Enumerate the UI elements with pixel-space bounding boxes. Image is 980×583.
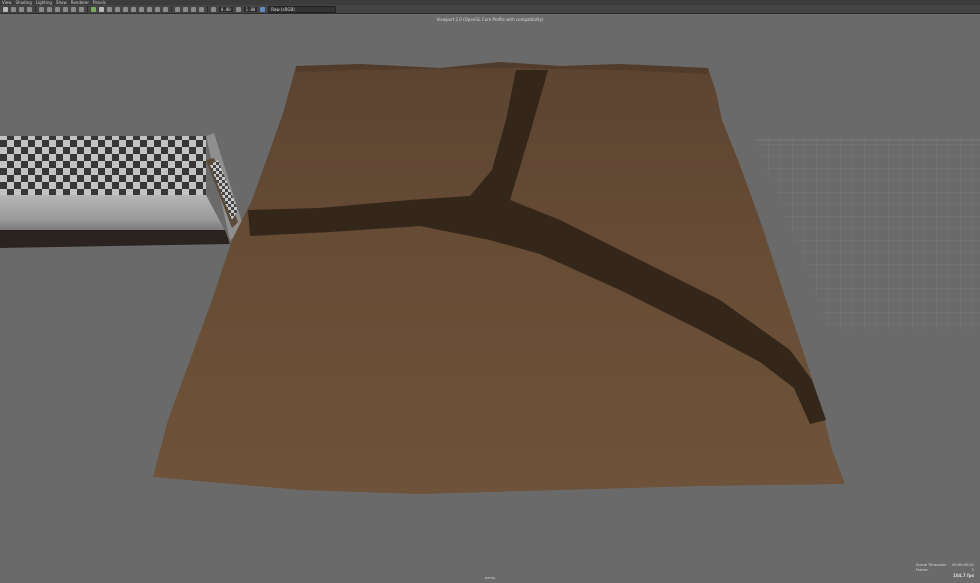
camera-name-label: persp [484,576,496,580]
ground-grid [756,139,980,330]
hud-timecode-value: 00:00:00:01 [952,563,974,567]
toolbar-divider [207,6,208,12]
toolbar-divider [87,6,88,12]
terrain-mesh [153,62,845,494]
lock-camera-icon[interactable] [11,6,16,12]
motion-blur-icon[interactable] [147,6,152,12]
3d-viewport[interactable]: Viewport 2.0 (OpenGL Core Profile with c… [0,14,980,583]
lights-icon[interactable] [123,6,128,12]
wireframe-icon[interactable] [91,6,96,12]
shadows-icon[interactable] [131,6,136,12]
resolution-gate-icon[interactable] [55,6,60,12]
field-chart-icon[interactable] [71,6,76,12]
gamma-field[interactable]: 1.00 [243,6,258,12]
gamma-icon[interactable] [235,6,241,12]
isolate-select-icon[interactable] [175,6,180,12]
film-gate-icon[interactable] [47,6,52,12]
depth-of-field-icon[interactable] [163,6,168,12]
hud-frame-label: Frame: [916,568,929,572]
hud-fps: 104.7 fps [952,573,974,578]
maya-window: View Shading Lighting Show Renderer Pane… [0,0,980,583]
textured-icon[interactable] [115,6,120,12]
viewport-renderer-title: Viewport 2.0 (OpenGL Core Profile with c… [436,17,544,22]
viewport-toolbar: 0.00 1.00 Raw (sRGB) [0,5,980,14]
gate-mask-icon[interactable] [63,6,68,12]
grid-icon[interactable] [39,6,44,12]
anti-aliasing-icon[interactable] [155,6,160,12]
heads-up-display: Scene Timecode: 00:00:00:01 Frame: 1 104… [916,563,974,578]
xray-icon[interactable] [183,6,188,12]
select-camera-icon[interactable] [3,6,8,12]
bookmarks-icon[interactable] [19,6,24,12]
xray-joints-icon[interactable] [191,6,196,12]
image-plane-icon[interactable] [27,6,32,12]
view-transform-select[interactable]: Raw (sRGB) [268,5,337,13]
smooth-shade-icon[interactable] [99,6,104,12]
exposure-field[interactable]: 0.00 [219,6,233,12]
toolbar-divider [171,6,172,12]
scene-render [0,62,980,494]
checker-box [0,133,245,248]
toolbar-divider [35,6,36,12]
wireframe-on-shaded-icon[interactable] [107,6,112,12]
ambient-occlusion-icon[interactable] [139,6,144,12]
exposure-icon[interactable] [211,6,216,12]
xray-components-icon[interactable] [199,6,204,12]
safe-action-icon[interactable] [79,6,84,12]
color-management-icon[interactable] [260,6,266,12]
